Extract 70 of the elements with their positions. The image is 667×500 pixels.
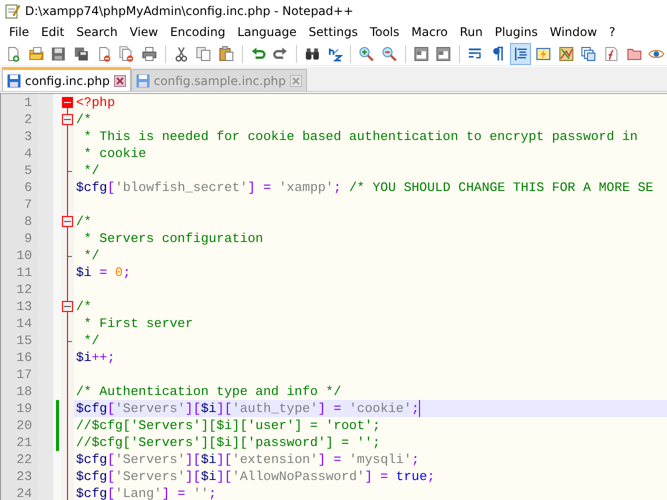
file-tab[interactable]: config.inc.php bbox=[2, 67, 131, 91]
line-number: 23 bbox=[16, 469, 32, 484]
line-number: 1 bbox=[24, 95, 32, 110]
code-line: /* bbox=[76, 111, 92, 128]
line-number: 8 bbox=[24, 214, 32, 229]
save-icon bbox=[136, 74, 150, 88]
window-title: D:\xampp74\phpMyAdmin\config.inc.php - Notepad++ bbox=[25, 4, 354, 18]
code-line: $cfg['Servers'][$i]['AllowNoPassword'] = true; bbox=[76, 468, 435, 485]
line-number: 24 bbox=[16, 486, 32, 500]
menu-item[interactable]: Tools bbox=[364, 25, 406, 39]
code-line: //$cfg['Servers'][$i]['user'] = 'root'; bbox=[76, 417, 380, 434]
menu-item[interactable]: Search bbox=[70, 25, 124, 39]
code-line: <?php bbox=[76, 94, 116, 111]
code-line: $cfg['Lang'] = ''; bbox=[76, 485, 216, 500]
code-line: /* bbox=[76, 298, 92, 315]
fold-minus-icon[interactable] bbox=[62, 216, 73, 227]
code-line: /* bbox=[76, 213, 92, 230]
menu-item[interactable]: File bbox=[3, 25, 36, 39]
line-number: 11 bbox=[16, 265, 32, 280]
indent-guide-icon[interactable] bbox=[510, 43, 531, 65]
menu-item[interactable]: Plugins bbox=[488, 25, 544, 39]
code-line: */ bbox=[82, 247, 100, 264]
menu-item[interactable]: Edit bbox=[35, 25, 70, 39]
code-line: $cfg['blowfish_secret'] = 'xampp'; /* YOU SHOULD CHANGE THIS FOR A MORE SE bbox=[76, 179, 654, 196]
code-line: $cfg['Servers'][$i]['auth_type'] = 'cookie'; bbox=[76, 400, 420, 417]
code-line: /* Authentication type and info */ bbox=[76, 383, 342, 400]
code-line: */ bbox=[82, 332, 100, 349]
line-number: 18 bbox=[16, 384, 32, 399]
line-number: 21 bbox=[16, 435, 32, 450]
menu-item[interactable]: View bbox=[124, 25, 164, 39]
code-line: $i++; bbox=[76, 349, 116, 366]
line-number: 4 bbox=[24, 146, 32, 161]
line-number: 10 bbox=[16, 248, 32, 263]
line-number: 13 bbox=[16, 299, 32, 314]
code-line: * Servers configuration bbox=[82, 230, 264, 247]
fold-minus-icon[interactable] bbox=[62, 114, 73, 125]
close-tab-icon[interactable] bbox=[114, 74, 126, 86]
line-number: 6 bbox=[24, 180, 32, 195]
notepad-icon bbox=[4, 2, 20, 18]
line-number: 15 bbox=[16, 333, 32, 348]
fold-minus-icon[interactable] bbox=[62, 301, 73, 312]
menu-item[interactable]: Language bbox=[231, 25, 303, 39]
line-number: 9 bbox=[24, 231, 32, 246]
code-line: * This is needed for cookie based authentication to encrypt password in bbox=[82, 128, 638, 145]
line-number: 20 bbox=[16, 418, 32, 433]
code-line: $i = 0; bbox=[76, 264, 131, 281]
line-number: 22 bbox=[16, 452, 32, 467]
line-number: 12 bbox=[16, 282, 32, 297]
line-number: 16 bbox=[16, 350, 32, 365]
menu-item[interactable]: Macro bbox=[405, 25, 454, 39]
line-number: 17 bbox=[16, 367, 32, 382]
code-line: //$cfg['Servers'][$i]['password'] = ''; bbox=[76, 434, 380, 451]
code-line: $cfg['Servers'][$i]['extension'] = 'mysqli'; bbox=[76, 451, 420, 468]
code-line: * First server bbox=[82, 315, 194, 332]
menu-item[interactable]: Window bbox=[544, 25, 604, 39]
line-number: 14 bbox=[16, 316, 32, 331]
line-number: 7 bbox=[24, 197, 32, 212]
code-line: */ bbox=[82, 162, 100, 179]
line-number: 2 bbox=[24, 112, 32, 127]
line-number: 19 bbox=[16, 401, 32, 416]
line-number: 3 bbox=[24, 129, 32, 144]
menu-item[interactable]: ? bbox=[603, 25, 622, 39]
menu-item[interactable]: Settings bbox=[302, 25, 364, 39]
fold-minus-icon[interactable] bbox=[62, 97, 73, 108]
save-icon bbox=[7, 74, 21, 88]
code-line: * cookie bbox=[82, 145, 146, 162]
menu-item[interactable]: Encoding bbox=[164, 25, 232, 39]
text-cursor bbox=[419, 400, 420, 417]
menu-item[interactable]: Run bbox=[454, 25, 489, 39]
line-number: 5 bbox=[24, 163, 32, 178]
